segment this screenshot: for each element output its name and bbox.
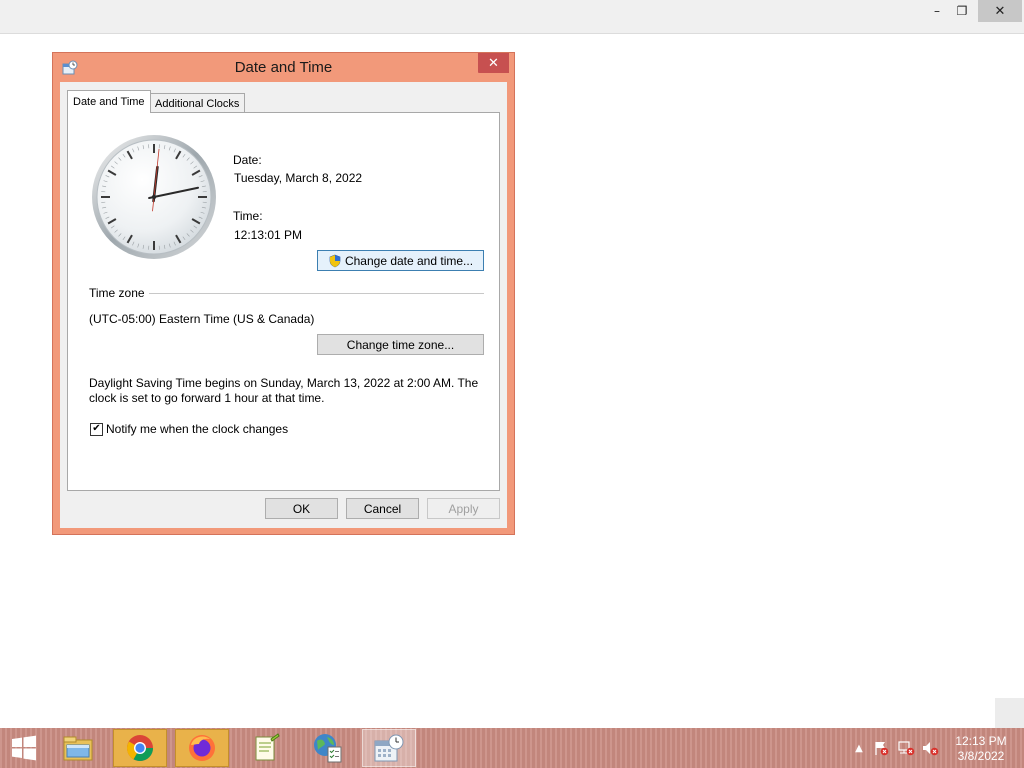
dialog-title: Date and Time [234,59,333,76]
taskbar-notepad-plus[interactable] [239,729,293,767]
system-clock-date: 3/8/2022 [957,749,1005,763]
daylight-saving-info: Daylight Saving Time begins on Sunday, M… [89,376,479,405]
notify-checkbox[interactable]: ✔ [90,422,103,436]
background-window-titlebar: – ❐ ✕ [0,0,1024,34]
notepad-icon [255,733,280,761]
show-desktop-corner[interactable] [995,698,1024,728]
ok-button[interactable]: OK [265,498,338,519]
taskbar-network-tool[interactable] [301,729,355,767]
close-button[interactable]: ✕ [978,0,1022,22]
cancel-button[interactable]: Cancel [346,498,419,519]
volume-muted-icon[interactable] [921,740,939,756]
taskbar-date-time[interactable] [362,729,416,767]
dialog-client-area: Date and Time Additional Clocks Date: Tu… [60,82,507,528]
windows-logo-icon [12,735,36,761]
start-button[interactable] [0,728,48,768]
chrome-icon [126,735,154,762]
maximize-button[interactable]: ❐ [947,0,977,22]
uac-shield-icon [329,254,341,267]
file-explorer-icon [63,736,93,761]
change-date-time-button[interactable]: Change date and time... [317,250,484,271]
network-status-icon[interactable] [897,740,915,756]
time-zone-divider [149,293,484,294]
taskbar-chrome[interactable] [113,729,167,767]
tab-additional-clocks[interactable]: Additional Clocks [149,93,246,114]
notify-label[interactable]: Notify me when the clock changes [106,422,288,436]
system-clock-time: 12:13 PM [955,734,1007,748]
globe-checklist-icon [314,734,342,763]
change-time-zone-button[interactable]: Change time zone... [317,334,484,355]
date-time-tab-panel: Date: Tuesday, March 8, 2022 Time: 12:13… [67,112,500,491]
dialog-close-button[interactable]: ✕ [478,53,509,73]
time-label: Time: [233,209,263,223]
clock-center-pin [151,194,157,200]
firefox-icon [189,735,215,761]
notify-option[interactable]: ✔ Notify me when the clock changes [90,422,288,436]
taskbar-file-explorer[interactable] [51,729,105,767]
date-time-dialog: Date and Time ✕ Date and Time Additional… [52,52,515,535]
taskbar-firefox[interactable] [175,729,229,767]
date-value: Tuesday, March 8, 2022 [234,171,363,185]
time-zone-value: (UTC-05:00) Eastern Time (US & Canada) [89,312,315,326]
tray-overflow-chevron[interactable]: ▲ [850,740,868,756]
change-date-time-label: Change date and time... [344,253,474,268]
apply-button[interactable]: Apply [427,498,500,519]
action-center-flag-icon[interactable] [872,740,890,756]
calendar-clock-icon [374,734,404,762]
system-clock[interactable]: 12:13 PM 3/8/2022 [950,734,1012,764]
dialog-titlebar[interactable]: Date and Time ✕ [53,53,514,81]
time-value: 12:13:01 PM [234,228,303,242]
taskbar: ▲ 12:13 PM 3/8/2022 [0,728,1024,768]
tab-date-and-time[interactable]: Date and Time [67,90,151,113]
date-label: Date: [233,153,262,167]
analog-clock [92,135,216,259]
time-zone-heading: Time zone [89,286,145,300]
